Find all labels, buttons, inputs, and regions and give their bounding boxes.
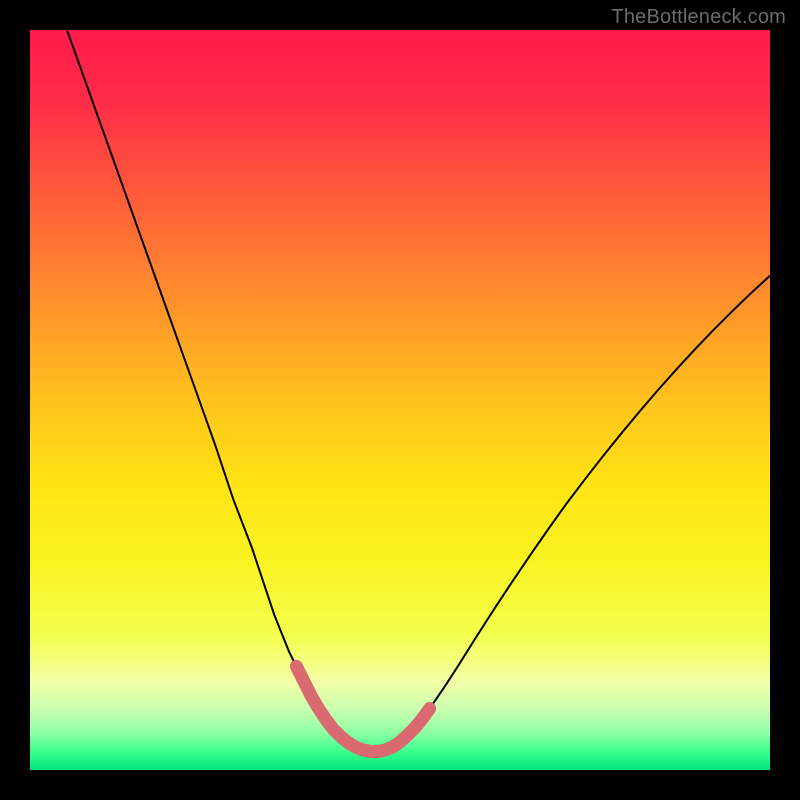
chart-svg	[30, 30, 770, 770]
watermark-text: TheBottleneck.com	[611, 6, 786, 29]
chart-frame: TheBottleneck.com	[0, 0, 800, 800]
gradient-background	[30, 30, 770, 770]
plot-area	[30, 30, 770, 770]
